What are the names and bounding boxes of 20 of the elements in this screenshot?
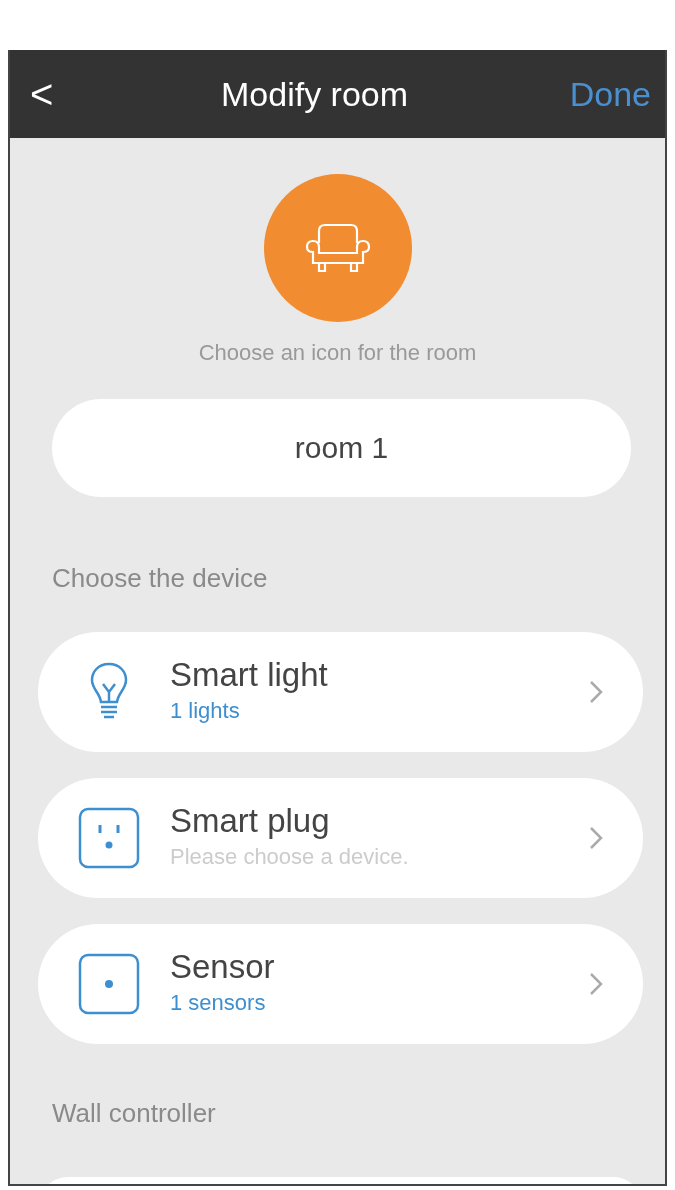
section-heading: Wall controller xyxy=(52,1097,217,1130)
device-name: Smart plug xyxy=(170,803,331,840)
icon-caption: Choose an icon for the room xyxy=(197,339,478,367)
device-name: Smart light xyxy=(170,657,328,694)
device-row[interactable]: Smart light 1 lights xyxy=(38,632,643,752)
room-name-field[interactable]: room 1 xyxy=(52,399,631,497)
device-row[interactable]: Sensor 1 sensors xyxy=(38,924,643,1044)
back-button[interactable]: < xyxy=(24,74,60,114)
power-outlet-icon xyxy=(78,807,140,869)
device-status: 1 lights xyxy=(170,696,241,725)
done-button[interactable]: Done xyxy=(569,68,651,120)
chevron-right-icon xyxy=(589,680,603,704)
armchair-icon xyxy=(304,221,371,275)
screen-title: Modify room xyxy=(220,73,410,115)
chevron-right-icon xyxy=(589,826,603,850)
device-name: Sensor xyxy=(170,949,275,986)
section-heading: Choose the device xyxy=(52,562,269,595)
sensor-icon xyxy=(78,953,140,1015)
chevron-right-icon xyxy=(589,972,603,996)
device-status: 1 sensors xyxy=(170,988,267,1017)
